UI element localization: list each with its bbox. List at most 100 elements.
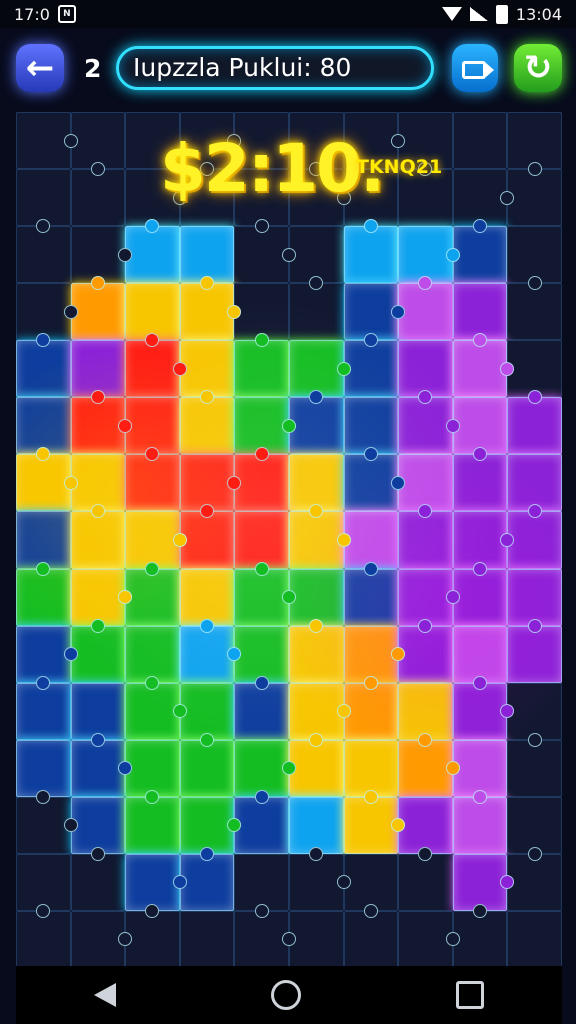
puzzle-piece[interactable]: [452, 333, 515, 398]
puzzle-piece[interactable]: [125, 903, 180, 968]
puzzle-piece[interactable]: [16, 447, 78, 512]
puzzle-piece[interactable]: [398, 276, 453, 341]
puzzle-piece[interactable]: [507, 226, 562, 284]
puzzle-piece[interactable]: [70, 796, 126, 854]
puzzle-piece[interactable]: [234, 789, 289, 854]
puzzle-piece[interactable]: [125, 511, 187, 569]
puzzle-piece[interactable]: [507, 276, 562, 341]
puzzle-piece[interactable]: [398, 454, 453, 512]
puzzle-piece[interactable]: [398, 340, 453, 398]
puzzle-piece[interactable]: [70, 454, 126, 512]
puzzle-piece[interactable]: [398, 732, 460, 797]
puzzle-piece[interactable]: [288, 732, 344, 797]
puzzle-piece[interactable]: [16, 853, 71, 911]
puzzle-piece[interactable]: [398, 226, 460, 284]
puzzle-piece[interactable]: [234, 903, 296, 968]
puzzle-piece[interactable]: [234, 625, 289, 683]
puzzle-piece[interactable]: [398, 910, 460, 968]
puzzle-piece[interactable]: [125, 397, 180, 455]
puzzle-piece[interactable]: [179, 796, 242, 854]
puzzle-piece[interactable]: [288, 276, 344, 341]
puzzle-piece[interactable]: [507, 454, 562, 512]
puzzle-piece[interactable]: [125, 789, 180, 854]
puzzle-piece[interactable]: [70, 846, 126, 911]
puzzle-piece[interactable]: [452, 625, 508, 683]
puzzle-piece[interactable]: [452, 675, 515, 740]
puzzle-piece[interactable]: [179, 390, 235, 455]
puzzle-piece[interactable]: [70, 682, 126, 740]
puzzle-piece[interactable]: [507, 340, 562, 398]
puzzle-piece[interactable]: [125, 739, 180, 797]
puzzle-piece[interactable]: [343, 283, 406, 341]
puzzle-piece[interactable]: [507, 112, 562, 170]
puzzle-piece[interactable]: [234, 853, 289, 911]
puzzle-piece[interactable]: [234, 283, 289, 341]
puzzle-piece[interactable]: [343, 853, 399, 911]
puzzle-piece[interactable]: [16, 511, 71, 569]
puzzle-piece[interactable]: [234, 739, 296, 797]
puzzle-piece[interactable]: [16, 739, 71, 797]
puzzle-piece[interactable]: [507, 732, 562, 797]
puzzle-piece[interactable]: [288, 846, 351, 911]
puzzle-piece[interactable]: [452, 511, 515, 569]
puzzle-piece[interactable]: [179, 682, 235, 740]
puzzle-piece[interactable]: [343, 447, 406, 512]
puzzle-piece[interactable]: [343, 561, 399, 626]
puzzle-piece[interactable]: [452, 447, 508, 512]
puzzle-piece[interactable]: [70, 162, 126, 227]
puzzle-piece[interactable]: [70, 910, 133, 968]
puzzle-piece[interactable]: [125, 219, 180, 284]
puzzle-piece[interactable]: [125, 675, 187, 740]
puzzle-piece[interactable]: [452, 219, 508, 284]
puzzle-piece[interactable]: [507, 682, 562, 740]
puzzle-piece[interactable]: [234, 333, 289, 398]
puzzle-piece[interactable]: [288, 504, 351, 569]
puzzle-piece[interactable]: [452, 789, 508, 854]
puzzle-piece[interactable]: [288, 454, 344, 512]
puzzle-piece[interactable]: [288, 226, 344, 284]
puzzle-piece[interactable]: [343, 333, 399, 398]
puzzle-piece[interactable]: [288, 682, 351, 740]
puzzle-piece[interactable]: [507, 568, 562, 626]
puzzle-piece[interactable]: [70, 112, 126, 170]
puzzle-piece[interactable]: [125, 333, 187, 398]
puzzle-piece[interactable]: [16, 112, 78, 170]
puzzle-piece[interactable]: [16, 219, 71, 284]
puzzle-piece[interactable]: [343, 739, 399, 797]
back-triangle-icon[interactable]: [93, 983, 116, 1007]
puzzle-piece[interactable]: [452, 169, 515, 227]
puzzle-piece[interactable]: [16, 675, 71, 740]
puzzle-piece[interactable]: [125, 625, 180, 683]
puzzle-piece[interactable]: [234, 397, 296, 455]
refresh-button[interactable]: ↻: [514, 44, 562, 92]
puzzle-piece[interactable]: [452, 739, 508, 797]
puzzle-piece[interactable]: [70, 390, 133, 455]
puzzle-piece[interactable]: [343, 903, 399, 968]
puzzle-piece[interactable]: [452, 397, 508, 455]
puzzle-piece[interactable]: [234, 447, 289, 512]
puzzle-piece[interactable]: [398, 846, 453, 911]
puzzle-piece[interactable]: [398, 568, 460, 626]
puzzle-piece[interactable]: [179, 226, 235, 284]
puzzle-piece[interactable]: [16, 903, 71, 968]
puzzle-piece[interactable]: [70, 568, 133, 626]
puzzle-piece[interactable]: [179, 618, 242, 683]
puzzle-piece[interactable]: [179, 454, 242, 512]
puzzle-piece[interactable]: [507, 504, 562, 569]
puzzle-piece[interactable]: [70, 732, 133, 797]
puzzle-piece[interactable]: [179, 276, 242, 341]
puzzle-piece[interactable]: [16, 397, 71, 455]
puzzle-piece[interactable]: [179, 846, 235, 911]
puzzle-piece[interactable]: [125, 561, 180, 626]
puzzle-piece[interactable]: [398, 682, 453, 740]
puzzle-piece[interactable]: [507, 796, 562, 854]
puzzle-piece[interactable]: [343, 675, 399, 740]
puzzle-piece[interactable]: [179, 504, 235, 569]
puzzle-piece[interactable]: [70, 276, 126, 341]
puzzle-piece[interactable]: [507, 618, 562, 683]
back-button[interactable]: ←: [16, 44, 64, 92]
puzzle-piece[interactable]: [16, 789, 78, 854]
puzzle-piece[interactable]: [343, 397, 399, 455]
puzzle-piece[interactable]: [452, 561, 508, 626]
puzzle-piece[interactable]: [179, 910, 235, 968]
